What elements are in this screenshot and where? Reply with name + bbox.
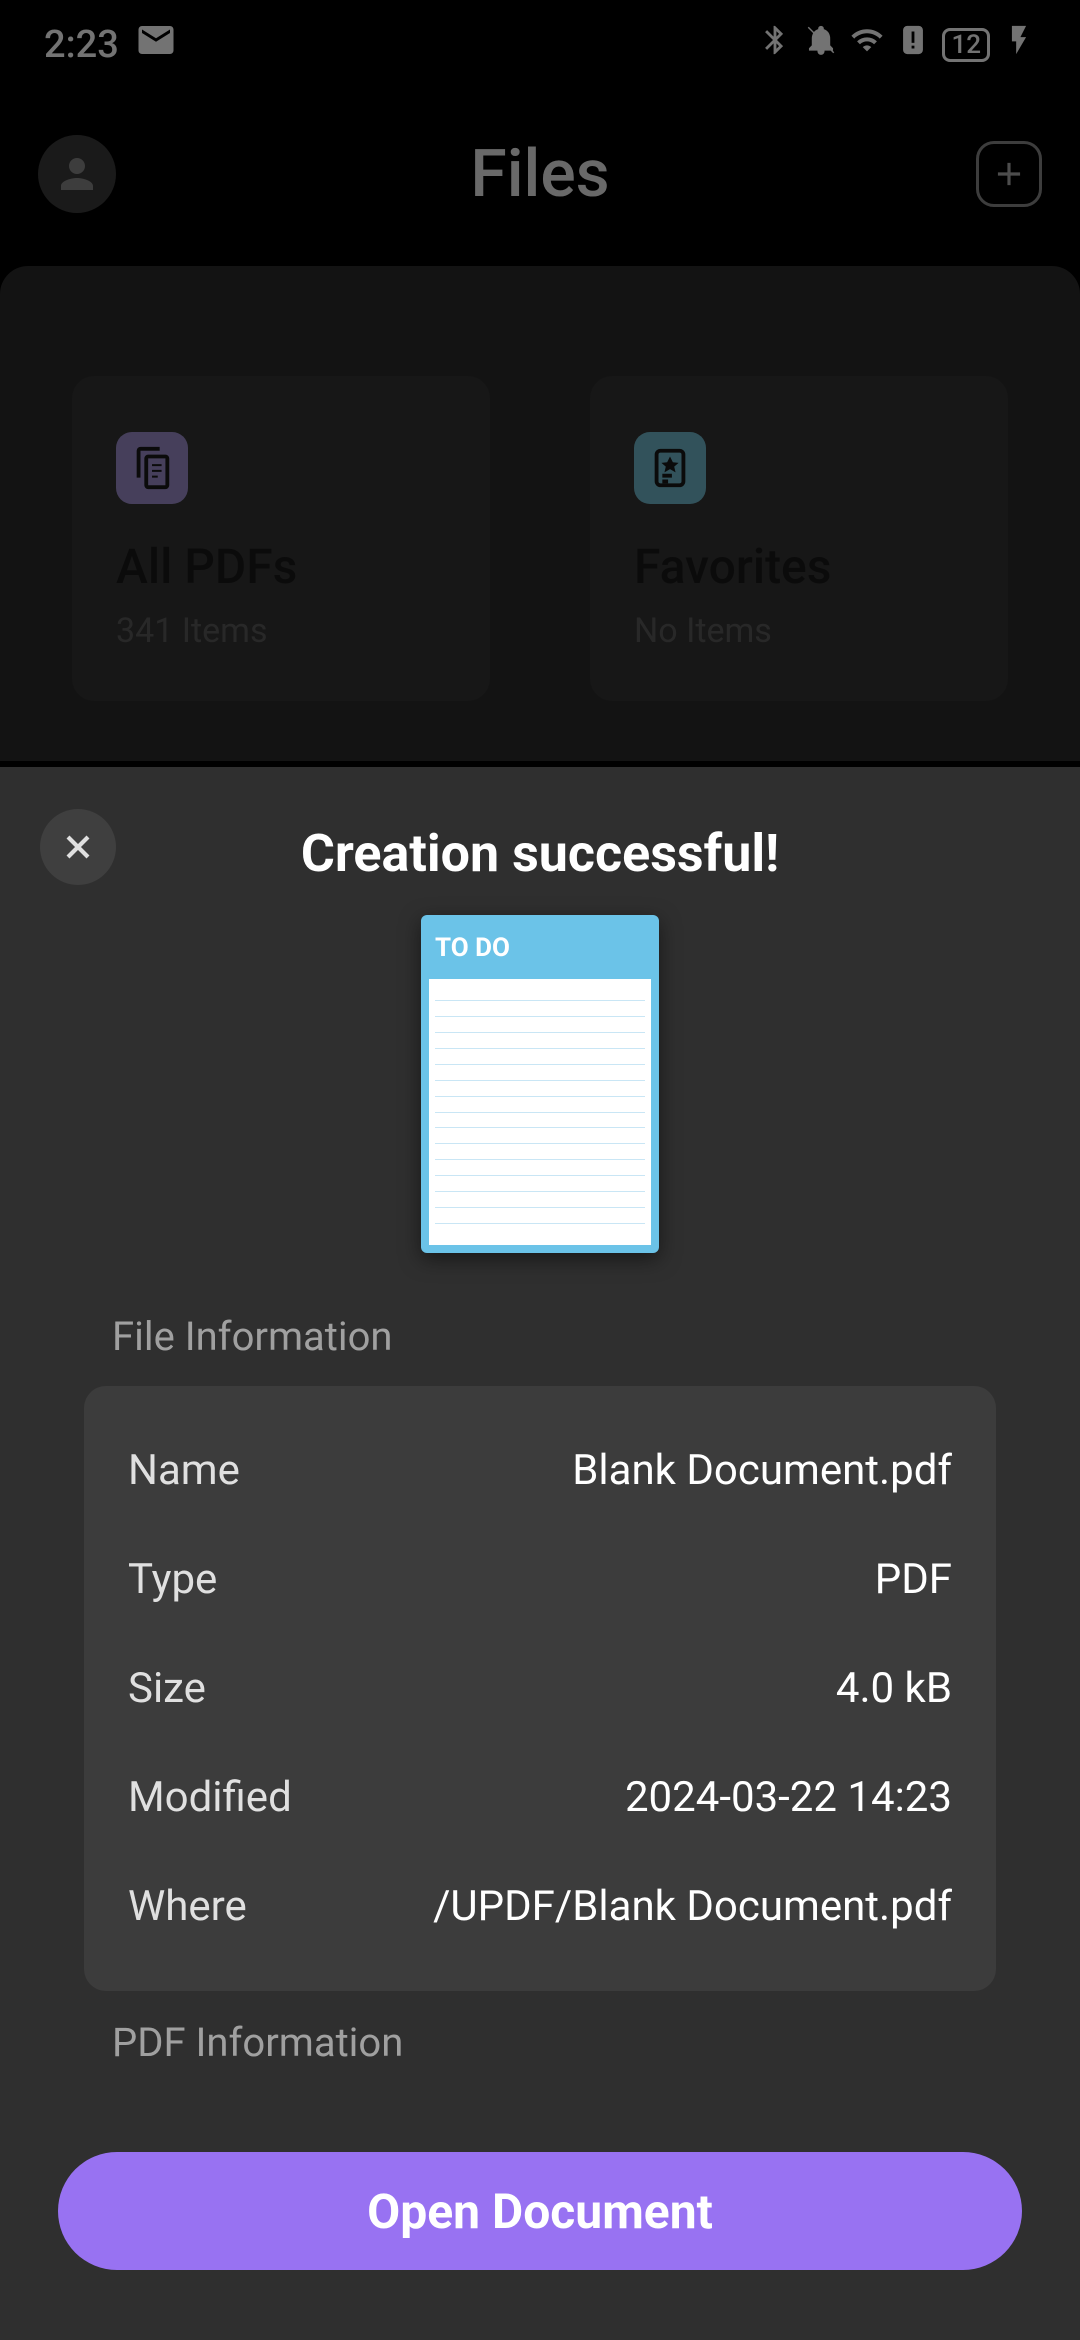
section-pdf-info: PDF Information bbox=[112, 2019, 1022, 2066]
preview-line bbox=[435, 1016, 645, 1017]
info-label: Where bbox=[128, 1882, 247, 1931]
preview-line bbox=[435, 1143, 645, 1144]
preview-body bbox=[429, 979, 651, 1245]
section-file-info: File Information bbox=[112, 1313, 1022, 1360]
preview-line bbox=[435, 1127, 645, 1128]
info-row-size: Size 4.0 kB bbox=[128, 1634, 952, 1743]
sheet-title: Creation successful! bbox=[301, 823, 779, 884]
file-info-panel: Name Blank Document.pdf Type PDF Size 4.… bbox=[84, 1386, 996, 1991]
preview-line bbox=[435, 1080, 645, 1081]
info-value: 4.0 kB bbox=[836, 1664, 952, 1713]
preview-line bbox=[435, 1159, 645, 1160]
preview-line bbox=[435, 1112, 645, 1113]
info-label: Type bbox=[128, 1555, 217, 1604]
info-value: PDF bbox=[875, 1555, 952, 1604]
open-document-button[interactable]: Open Document bbox=[58, 2152, 1022, 2270]
info-label: Modified bbox=[128, 1773, 292, 1822]
info-row-name: Name Blank Document.pdf bbox=[128, 1416, 952, 1525]
preview-line bbox=[435, 1096, 645, 1097]
preview-line bbox=[435, 1223, 645, 1224]
preview-line bbox=[435, 1191, 645, 1192]
preview-line bbox=[435, 1032, 645, 1033]
close-button[interactable] bbox=[40, 809, 116, 885]
info-row-modified: Modified 2024-03-22 14:23 bbox=[128, 1743, 952, 1852]
sheet-header: Creation successful! bbox=[58, 803, 1022, 903]
preview-line bbox=[435, 1000, 645, 1001]
preview-line bbox=[435, 1175, 645, 1176]
info-value: 2024-03-22 14:23 bbox=[625, 1773, 952, 1822]
info-value: /UPDF/Blank Document.pdf bbox=[433, 1882, 952, 1931]
info-value: Blank Document.pdf bbox=[572, 1446, 952, 1495]
preview-line bbox=[435, 1048, 645, 1049]
creation-success-sheet: Creation successful! TO DO File Informat… bbox=[0, 767, 1080, 2340]
preview-line bbox=[435, 1207, 645, 1208]
document-preview: TO DO bbox=[421, 915, 659, 1253]
preview-header-text: TO DO bbox=[429, 923, 651, 979]
info-label: Name bbox=[128, 1446, 240, 1495]
info-label: Size bbox=[128, 1664, 206, 1713]
open-button-label: Open Document bbox=[367, 2183, 713, 2240]
info-row-type: Type PDF bbox=[128, 1525, 952, 1634]
preview-line bbox=[435, 1064, 645, 1065]
modal-backdrop[interactable] bbox=[0, 0, 1080, 767]
info-row-where: Where /UPDF/Blank Document.pdf bbox=[128, 1852, 952, 1961]
